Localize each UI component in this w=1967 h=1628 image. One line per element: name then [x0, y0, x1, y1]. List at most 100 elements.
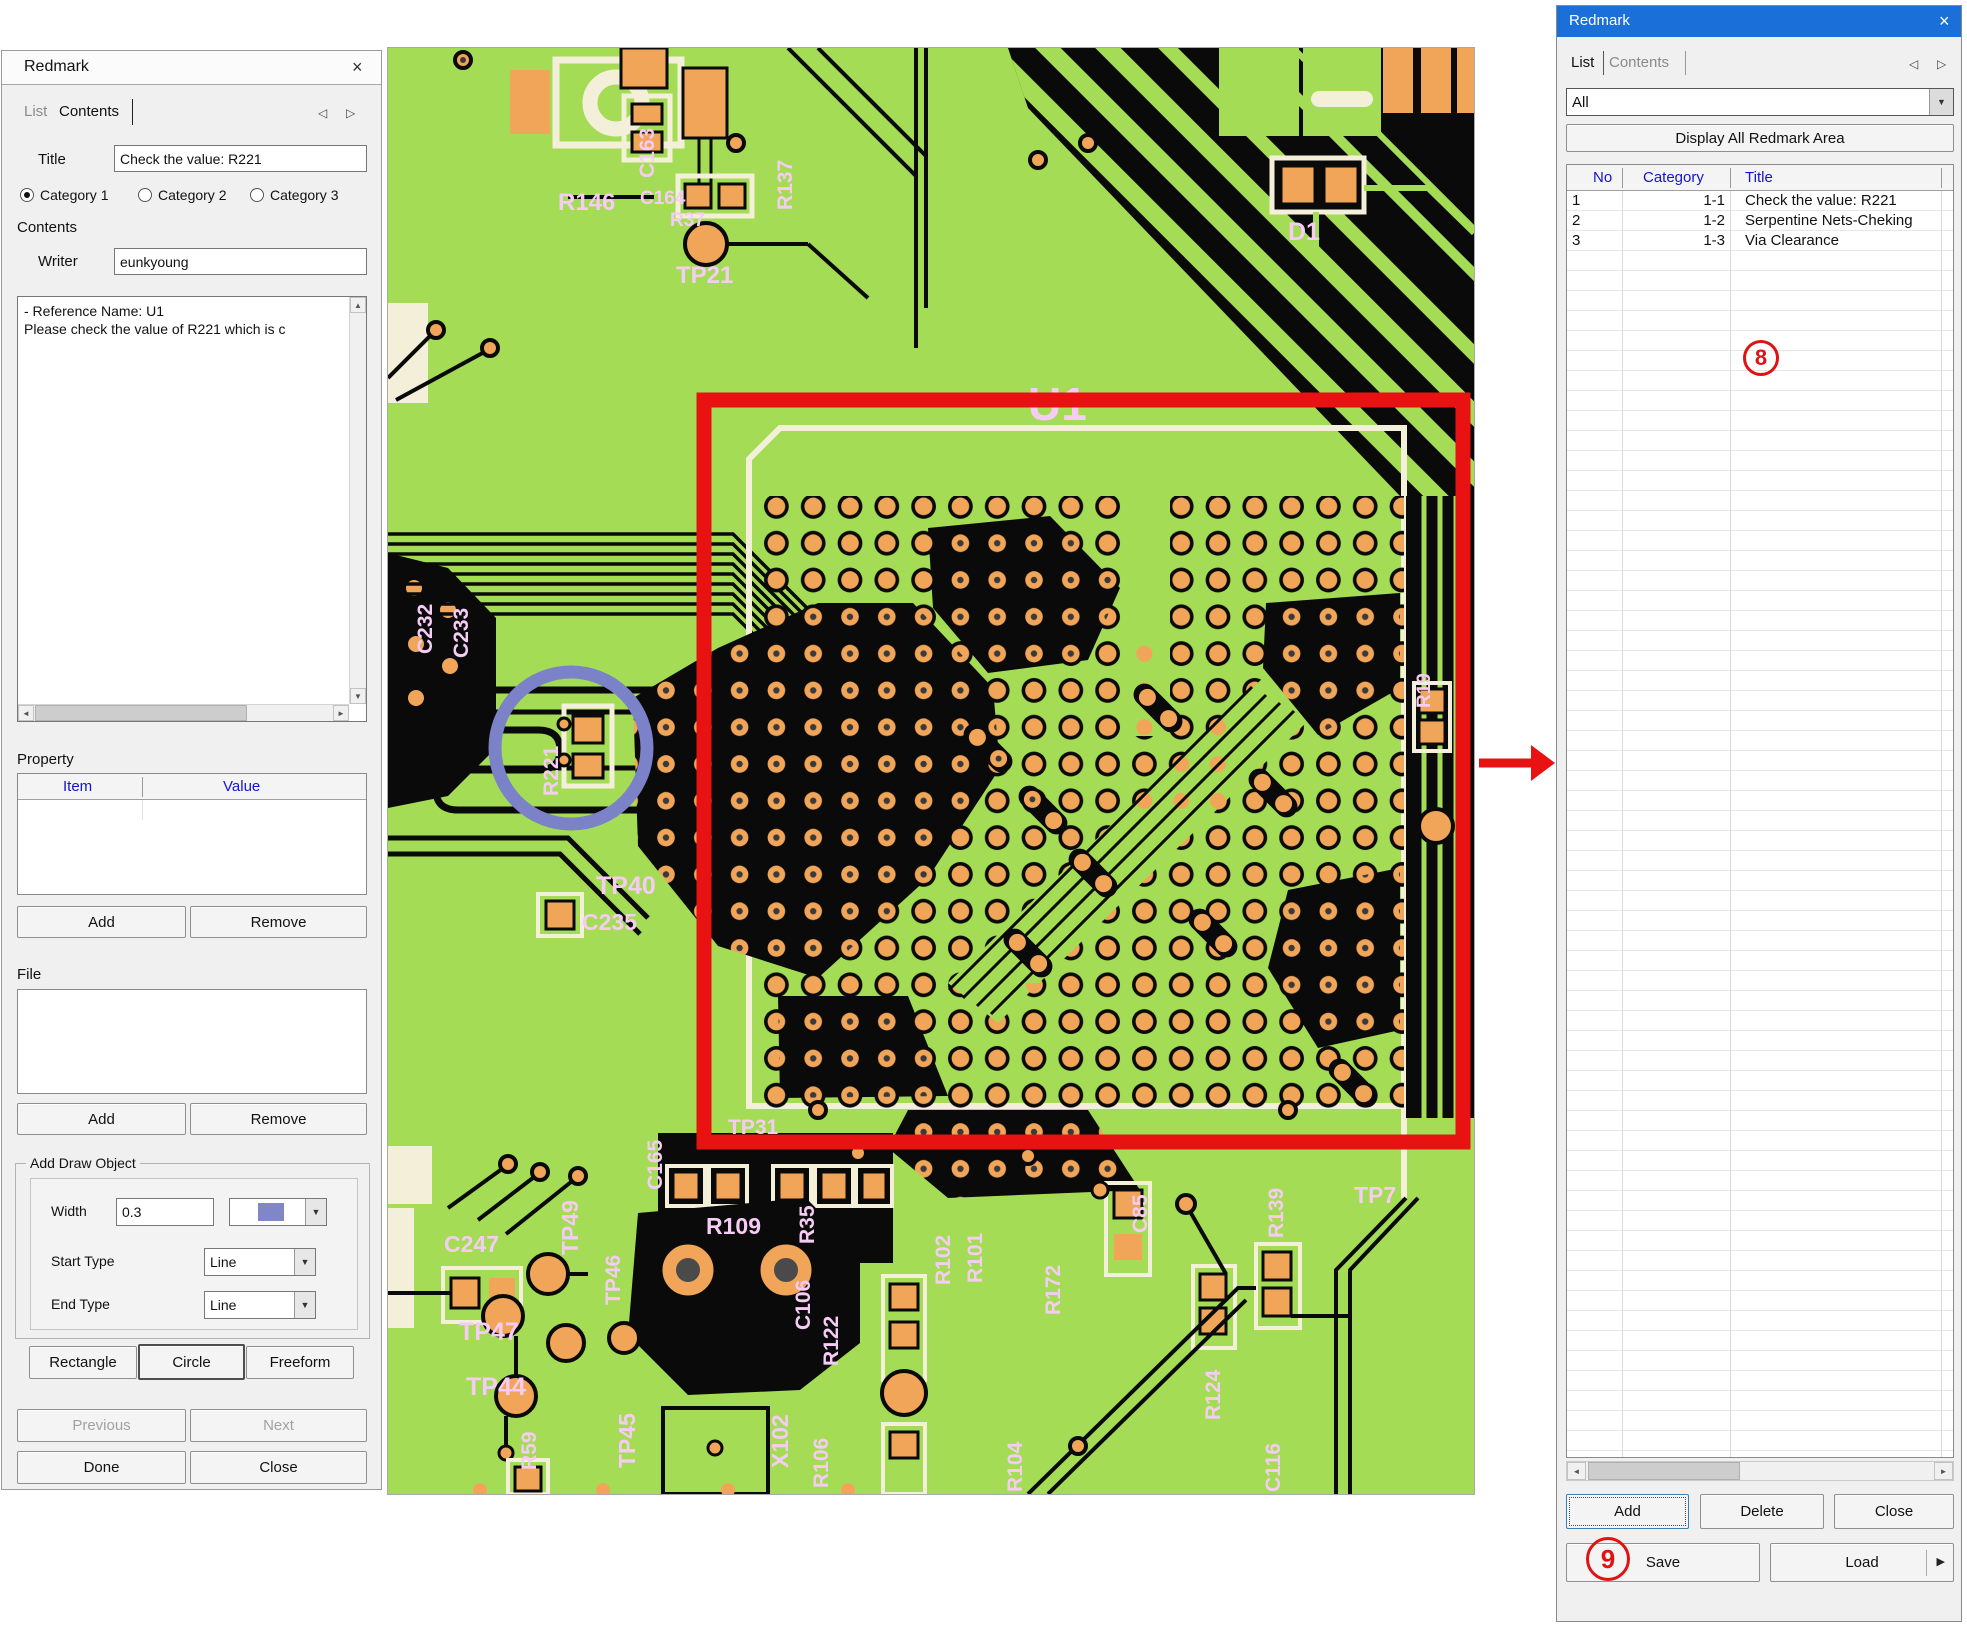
contents-textarea[interactable]: - Reference Name: U1 Please check the va…	[17, 296, 367, 722]
silkscreen-label: R139	[1265, 1188, 1288, 1238]
contents-hscrollbar[interactable]: ◄ ►	[18, 704, 349, 721]
tab-divider	[1685, 51, 1686, 75]
silkscreen-label: TP40	[596, 872, 656, 900]
file-label: File	[17, 966, 41, 983]
annotation-step-8: 8	[1743, 340, 1779, 376]
file-add-button[interactable]: Add	[17, 1103, 186, 1135]
radio-category-2[interactable]	[138, 188, 152, 202]
cell-no: 2	[1572, 212, 1580, 229]
silkscreen-label: C235	[582, 909, 637, 935]
silkscreen-label: R104	[1004, 1441, 1027, 1492]
chevron-down-icon[interactable]: ▼	[294, 1292, 315, 1318]
title-label: Title	[38, 151, 66, 168]
tab-list[interactable]: List	[24, 103, 47, 120]
silkscreen-label: R172	[1042, 1265, 1065, 1315]
pcb-canvas[interactable]: R146 TP21 R137 C163 C164 R37 U1 D1 C232 …	[387, 47, 1475, 1495]
right-panel-titlebar: Redmark ×	[1557, 6, 1961, 37]
rectangle-button[interactable]: Rectangle	[29, 1346, 137, 1379]
table-row[interactable]: 1 1-1 Check the value: R221	[1567, 191, 1955, 211]
cell-no: 3	[1572, 232, 1580, 249]
close-button[interactable]: Close	[1834, 1494, 1954, 1529]
silkscreen-label: R137	[774, 160, 797, 210]
done-button[interactable]: Done	[17, 1451, 186, 1484]
tab-contents[interactable]: Contents	[59, 103, 119, 120]
silkscreen-label: R221	[540, 745, 563, 796]
next-button[interactable]: Next	[190, 1409, 367, 1442]
tab-next-icon[interactable]: ▷	[346, 106, 355, 120]
add-draw-object-title: Add Draw Object	[26, 1155, 140, 1171]
column-divider	[1622, 168, 1623, 188]
scroll-left-icon[interactable]: ◄	[18, 705, 34, 721]
hscroll-thumb[interactable]	[35, 705, 247, 721]
start-type-value: Line	[210, 1249, 236, 1275]
silkscreen-label: R106	[810, 1438, 833, 1488]
col-category[interactable]: Category	[1643, 169, 1704, 186]
property-col-value[interactable]: Value	[223, 778, 260, 795]
radio-category-3[interactable]	[250, 188, 264, 202]
file-remove-button[interactable]: Remove	[190, 1103, 367, 1135]
delete-button[interactable]: Delete	[1700, 1494, 1824, 1529]
scroll-right-icon[interactable]: ►	[1934, 1462, 1953, 1480]
silkscreen-label: TP49	[557, 1200, 583, 1255]
radio-category-1[interactable]	[20, 188, 34, 202]
close-button[interactable]: Close	[190, 1451, 367, 1484]
list-hscrollbar[interactable]: ◄ ►	[1566, 1461, 1954, 1481]
tab-prev-icon[interactable]: ◁	[318, 106, 327, 120]
property-table[interactable]: Item Value	[17, 773, 367, 895]
file-listbox[interactable]	[17, 989, 367, 1094]
cell-title: Check the value: R221	[1745, 192, 1897, 209]
property-add-button[interactable]: Add	[17, 906, 186, 938]
circle-button[interactable]: Circle	[138, 1344, 245, 1380]
silkscreen-label: R102	[932, 1235, 955, 1285]
title-input[interactable]: Check the value: R221	[114, 145, 367, 172]
filter-select[interactable]: All ▼	[1566, 88, 1954, 116]
split-divider	[1926, 1550, 1927, 1576]
color-picker[interactable]: ▼	[229, 1198, 327, 1226]
previous-button[interactable]: Previous	[17, 1409, 186, 1442]
table-row[interactable]: 3 1-3 Via Clearance	[1567, 231, 1955, 251]
cell-category: 1-2	[1667, 212, 1725, 229]
scroll-up-icon[interactable]: ▲	[350, 297, 366, 313]
end-type-select[interactable]: Line ▼	[204, 1291, 316, 1319]
scroll-left-icon[interactable]: ◄	[1567, 1462, 1586, 1480]
freeform-button[interactable]: Freeform	[246, 1346, 354, 1379]
silkscreen-label: TP44	[466, 1373, 526, 1401]
cell-title: Serpentine Nets-Cheking	[1745, 212, 1913, 229]
property-remove-button[interactable]: Remove	[190, 906, 367, 938]
radio-category-1-label: Category 1	[40, 187, 108, 203]
column-divider	[142, 800, 143, 820]
width-input[interactable]: 0.3	[116, 1198, 214, 1226]
load-button[interactable]: Load ▶	[1770, 1543, 1954, 1582]
chevron-down-icon[interactable]: ▼	[305, 1199, 326, 1225]
silkscreen-label: C233	[450, 608, 473, 658]
split-arrow-icon[interactable]: ▶	[1937, 1555, 1945, 1568]
tab-contents[interactable]: Contents	[1609, 54, 1669, 71]
add-button[interactable]: Add	[1566, 1494, 1689, 1529]
tab-next-icon[interactable]: ▷	[1937, 57, 1946, 71]
scroll-right-icon[interactable]: ►	[333, 705, 349, 721]
scroll-down-icon[interactable]: ▼	[350, 688, 366, 704]
tab-list[interactable]: List	[1571, 54, 1594, 71]
column-divider	[1730, 168, 1731, 188]
silkscreen-label: C232	[414, 604, 437, 654]
display-all-redmark-area-button[interactable]: Display All Redmark Area	[1566, 124, 1954, 152]
table-row[interactable]: 2 1-2 Serpentine Nets-Cheking	[1567, 211, 1955, 231]
left-redmark-panel: Redmark × List Contents ◁ ▷ Title Check …	[1, 50, 382, 1490]
end-type-value: Line	[210, 1292, 236, 1318]
col-title[interactable]: Title	[1745, 169, 1773, 186]
col-no[interactable]: No	[1593, 169, 1612, 186]
screenshot-root: Redmark × List Contents ◁ ▷ Title Check …	[0, 0, 1967, 1628]
silkscreen-label: TP45	[614, 1413, 640, 1468]
start-type-select[interactable]: Line ▼	[204, 1248, 316, 1276]
chevron-down-icon[interactable]: ▼	[294, 1249, 315, 1275]
close-icon[interactable]: ×	[352, 58, 363, 76]
tab-prev-icon[interactable]: ◁	[1909, 57, 1918, 71]
start-type-label: Start Type	[51, 1253, 115, 1269]
hscroll-thumb[interactable]	[1588, 1462, 1740, 1480]
writer-input[interactable]: eunkyoung	[114, 248, 367, 275]
contents-vscrollbar[interactable]: ▲ ▼	[349, 297, 366, 704]
chevron-down-icon[interactable]: ▼	[1929, 89, 1953, 115]
property-col-item[interactable]: Item	[63, 778, 92, 795]
close-icon[interactable]: ×	[1939, 12, 1950, 30]
list-table-header: No Category Title	[1567, 165, 1953, 191]
